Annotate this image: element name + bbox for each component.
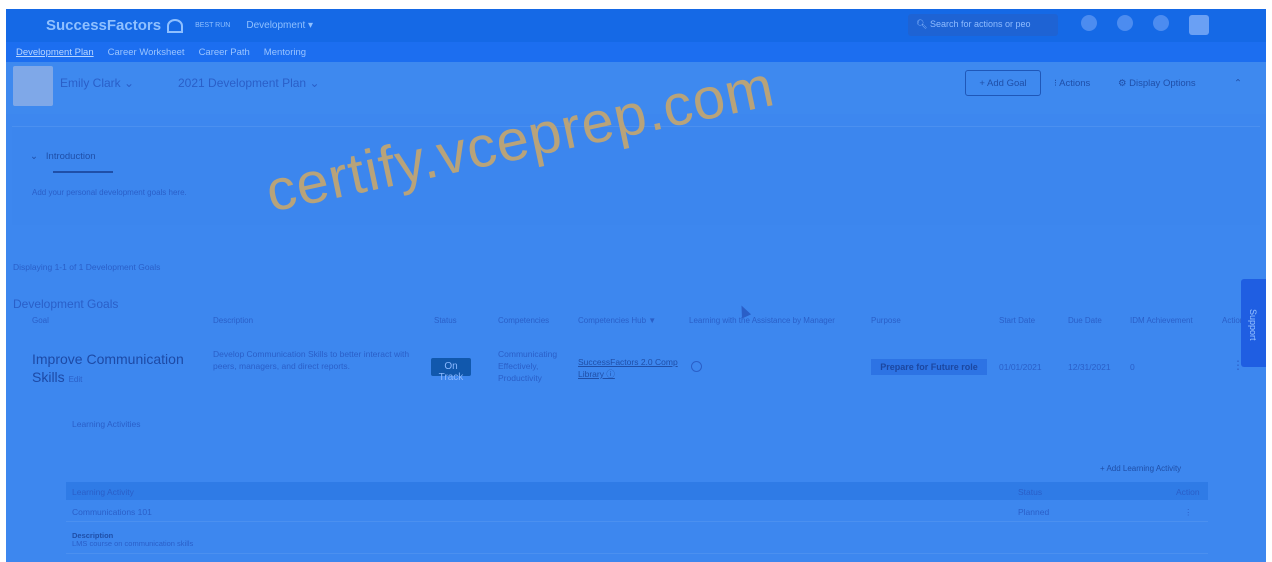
- column-header-competencies[interactable]: Competencies: [498, 316, 549, 325]
- support-tab[interactable]: Support: [1241, 279, 1266, 367]
- shell-icons: [1081, 15, 1209, 35]
- actions-button[interactable]: ⁝ Actions: [1054, 78, 1090, 89]
- heart-icon: [167, 18, 184, 33]
- search-input[interactable]: 🔍︎ Search for actions or peo: [908, 14, 1058, 36]
- support-label: Support: [1248, 309, 1258, 341]
- learning-table-header: Learning Activity Status Action: [66, 482, 1208, 500]
- goal-edit-link[interactable]: Edit: [69, 375, 83, 384]
- tab-career-path[interactable]: Career Path: [199, 47, 250, 58]
- help-icon[interactable]: [1117, 15, 1133, 31]
- learning-activities-title: Learning Activities: [72, 419, 141, 429]
- introduction-text: Add your personal development goals here…: [32, 188, 187, 197]
- add-learning-activity-button[interactable]: + Add Learning Activity: [1100, 464, 1181, 473]
- results-count: Displaying 1-1 of 1 Development Goals: [13, 262, 161, 272]
- learning-description: LMS course on communication skills: [72, 539, 194, 548]
- search-placeholder: Search for actions or peo: [929, 19, 1031, 29]
- search-icon: 🔍︎: [916, 19, 930, 29]
- collapse-header-icon[interactable]: ⌃: [1234, 78, 1242, 89]
- competencies-hub-label: Competencies Hub: [578, 316, 647, 325]
- column-header-due-date[interactable]: Due Date: [1068, 316, 1102, 325]
- person-selector[interactable]: Emily Clark ⌄: [60, 76, 134, 90]
- learning-activity-status: Planned: [1018, 507, 1050, 517]
- tab-career-worksheet[interactable]: Career Worksheet: [108, 47, 185, 58]
- goal-title: Improve Communication Skills: [32, 351, 184, 385]
- tab-underline: [53, 171, 113, 173]
- column-header-start-date[interactable]: Start Date: [999, 316, 1035, 325]
- goal-competencies: Communicating Effectively, Productivity: [498, 349, 558, 383]
- column-header-learning-activity[interactable]: Learning Activity: [72, 487, 134, 497]
- table-row: Communications 101 Planned ⋮: [66, 504, 1208, 522]
- column-header-goal[interactable]: Goal: [32, 316, 49, 325]
- goal-description: Develop Communication Skills to better i…: [213, 349, 410, 371]
- section-title: Development Goals: [13, 297, 119, 311]
- start-date: 01/01/2021: [999, 362, 1042, 372]
- sort-down-icon: ▼: [648, 316, 657, 325]
- home-logo[interactable]: SuccessFactors: [46, 17, 184, 34]
- plan-title: 2021 Development Plan: [178, 76, 307, 90]
- column-header-la-status[interactable]: Status: [1018, 487, 1042, 497]
- divider: [66, 553, 1208, 554]
- column-header-idm[interactable]: IDM Achievement: [1130, 316, 1193, 325]
- display-options-button[interactable]: ⚙ Display Options: [1118, 78, 1196, 89]
- column-header-description[interactable]: Description: [213, 316, 253, 325]
- notifications-icon[interactable]: [1081, 15, 1097, 31]
- more-actions-icon[interactable]: ⋮: [1184, 507, 1193, 518]
- shell-header: SuccessFactors BEST RUN Development ▾ 🔍︎…: [6, 9, 1266, 42]
- chevron-down-icon: ⌄: [309, 76, 320, 90]
- chevron-down-icon: ⌄: [30, 151, 38, 162]
- goal-name[interactable]: Improve Communication Skills Edit: [32, 350, 192, 389]
- sub-navigation: Development Plan Career Worksheet Career…: [6, 42, 1266, 62]
- idm-achievement: 0: [1130, 362, 1135, 372]
- due-date: 12/31/2021: [1068, 362, 1111, 372]
- column-header-la-action[interactable]: Action: [1176, 487, 1200, 497]
- person-name: Emily Clark: [60, 76, 121, 90]
- chevron-down-icon: ⌄: [124, 76, 135, 90]
- logo-text: SuccessFactors: [46, 17, 162, 34]
- tab-mentoring[interactable]: Mentoring: [264, 47, 306, 58]
- radio-icon[interactable]: [691, 361, 702, 372]
- module-picker[interactable]: Development ▾: [246, 20, 313, 31]
- purpose-tag: Prepare for Future role: [871, 359, 987, 375]
- competencies-hub-link[interactable]: SuccessFactors 2.0 Comp Library ⓘ: [578, 356, 678, 380]
- column-header-status[interactable]: Status: [434, 316, 457, 325]
- introduction-toggle[interactable]: ⌄ Introduction: [30, 151, 96, 162]
- add-goal-button[interactable]: + Add Goal: [965, 70, 1041, 96]
- company-logo: BEST RUN: [195, 21, 231, 29]
- tab-development-plan[interactable]: Development Plan: [16, 47, 94, 58]
- chat-icon[interactable]: [1153, 15, 1169, 31]
- learning-activity-name[interactable]: Communications 101: [72, 507, 152, 517]
- column-header-competencies-hub[interactable]: Competencies Hub ▼: [578, 316, 656, 325]
- user-avatar[interactable]: [1189, 15, 1209, 35]
- plan-selector[interactable]: 2021 Development Plan ⌄: [178, 76, 320, 90]
- column-header-learning[interactable]: Learning with the Assistance by Manager: [689, 316, 835, 325]
- status-badge: On Track: [431, 358, 471, 383]
- column-header-purpose[interactable]: Purpose: [871, 316, 901, 325]
- person-photo: [13, 66, 53, 106]
- introduction-label: Introduction: [45, 151, 96, 162]
